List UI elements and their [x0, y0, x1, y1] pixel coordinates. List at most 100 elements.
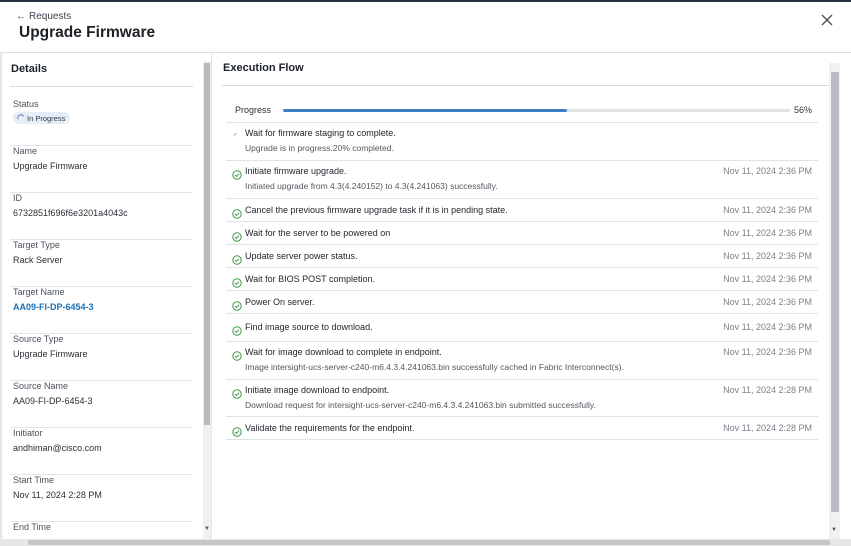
- check-circle-icon: [232, 386, 242, 399]
- step-title: Find image source to download.: [245, 322, 373, 332]
- step-timestamp: Nov 11, 2024 2:36 PM: [723, 347, 812, 357]
- scroll-down-icon[interactable]: ▼: [204, 526, 210, 532]
- back-link[interactable]: ← Requests: [16, 11, 71, 22]
- step-timestamp: Nov 11, 2024 2:36 PM: [723, 322, 812, 332]
- check-circle-icon: [232, 348, 242, 361]
- detail-label: Name: [13, 146, 38, 156]
- step-row: Wait for BIOS POST completion. Nov 11, 20…: [226, 268, 818, 291]
- detail-value: Upgrade Firmware: [13, 161, 88, 171]
- check-circle-icon: [232, 298, 242, 311]
- back-link-label: Requests: [29, 11, 72, 22]
- detail-value: Upgrade Firmware: [13, 349, 88, 359]
- details-divider: [10, 86, 193, 87]
- step-timestamp: Nov 11, 2024 2:28 PM: [723, 385, 812, 395]
- scroll-down-icon[interactable]: ▼: [831, 527, 837, 533]
- spinner-icon: [17, 114, 25, 120]
- step-title: Wait for firmware staging to complete.: [245, 128, 396, 138]
- details-title: Details: [11, 63, 48, 75]
- check-circle-icon: [232, 275, 242, 288]
- detail-value: Nov 11, 2024 2:28 PM: [13, 490, 102, 500]
- step-row: Validate the requirements for the endpoi…: [226, 417, 818, 440]
- step-row: Wait for image download to complete in e…: [226, 342, 818, 380]
- detail-name: Name Upgrade Firmware: [10, 146, 192, 193]
- close-button[interactable]: [818, 11, 836, 29]
- step-row: Cancel the previous firmware upgrade tas…: [226, 199, 818, 222]
- step-title: Initiate image download to endpoint.: [245, 385, 390, 395]
- detail-value: AA09-FI-DP-6454-3: [13, 396, 93, 406]
- detail-label: Source Type: [13, 334, 64, 344]
- step-row: Wait for the server to be powered on Nov …: [226, 222, 818, 245]
- detail-end-time: End Time: [10, 522, 192, 539]
- detail-initiator: Initiator andhiman@cisco.com: [10, 428, 192, 475]
- step-timestamp: Nov 11, 2024 2:36 PM: [723, 251, 812, 261]
- detail-label: Target Name: [13, 287, 65, 297]
- progress-label: Progress: [235, 105, 272, 115]
- step-detail: Download request for intersight-ucs-serv…: [245, 400, 596, 410]
- step-title: Initiate firmware upgrade.: [245, 166, 347, 176]
- step-row: Power On server. Nov 11, 2024 2:36 PM: [226, 291, 818, 314]
- progress-bar-fill: [283, 109, 567, 112]
- step-title: Wait for image download to complete in e…: [245, 347, 442, 357]
- progress-percent: 56%: [793, 105, 812, 115]
- check-circle-icon: [232, 206, 242, 219]
- detail-target-type: Target Type Rack Server: [10, 240, 192, 287]
- check-circle-icon: [232, 424, 242, 437]
- detail-label: Target Type: [13, 240, 60, 250]
- check-circle-icon: [232, 323, 242, 336]
- step-timestamp: Nov 11, 2024 2:36 PM: [723, 274, 812, 284]
- step-title: Wait for BIOS POST completion.: [245, 274, 376, 284]
- arrow-left-icon: ←: [16, 11, 26, 22]
- execution-divider: [222, 85, 829, 86]
- spinner-icon: [232, 129, 242, 139]
- close-icon: [821, 14, 833, 26]
- execution-scrollbar-thumb[interactable]: [831, 72, 839, 512]
- detail-label: Status: [13, 99, 39, 109]
- detail-label: ID: [13, 193, 22, 203]
- details-panel: Details Status In Progress Name Upgrade …: [2, 53, 212, 539]
- step-timestamp: Nov 11, 2024 2:36 PM: [723, 297, 812, 307]
- page-header: ← Requests Upgrade Firmware: [0, 2, 851, 52]
- step-timestamp: Nov 11, 2024 2:36 PM: [723, 205, 812, 215]
- check-circle-icon: [232, 252, 242, 265]
- status-badge: In Progress: [13, 112, 71, 124]
- detail-label: Source Name: [13, 381, 69, 391]
- step-title: Validate the requirements for the endpoi…: [245, 423, 415, 433]
- step-row: Wait for firmware staging to complete. Up…: [226, 123, 818, 161]
- step-row: Update server power status. Nov 11, 2024 …: [226, 245, 818, 268]
- detail-target-name: Target Name AA09-FI-DP-6454-3: [10, 287, 192, 334]
- execution-panel: Execution Flow Progress 56% Wait for fir…: [214, 53, 843, 539]
- step-detail: Upgrade is in progress.20% completed.: [245, 143, 394, 153]
- step-title: Wait for the server to be powered on: [245, 228, 391, 238]
- step-title: Power On server.: [245, 297, 315, 307]
- step-row: Initiate image download to endpoint. Down…: [226, 380, 818, 417]
- step-timestamp: Nov 11, 2024 2:36 PM: [723, 228, 812, 238]
- execution-title: Execution Flow: [223, 62, 304, 74]
- detail-label: Start Time: [13, 475, 55, 485]
- detail-source-type: Source Type Upgrade Firmware: [10, 334, 192, 381]
- detail-value: andhiman@cisco.com: [13, 443, 102, 453]
- detail-id: ID 6732851f696f6e3201a4043c: [10, 193, 192, 240]
- detail-start-time: Start Time Nov 11, 2024 2:28 PM: [10, 475, 192, 522]
- details-scrollbar-thumb[interactable]: [204, 63, 210, 425]
- check-circle-icon: [232, 229, 242, 242]
- target-name-link[interactable]: AA09-FI-DP-6454-3: [13, 302, 94, 312]
- detail-value: 6732851f696f6e3201a4043c: [13, 208, 128, 218]
- step-timestamp: Nov 11, 2024 2:36 PM: [723, 166, 812, 176]
- detail-source-name: Source Name AA09-FI-DP-6454-3: [10, 381, 192, 428]
- page-title: Upgrade Firmware: [19, 24, 156, 41]
- horizontal-scrollbar-thumb[interactable]: [28, 540, 830, 545]
- step-row: Find image source to download. Nov 11, 20…: [226, 314, 818, 342]
- detail-label: Initiator: [13, 428, 43, 438]
- detail-status: Status In Progress: [10, 99, 192, 146]
- progress-row: Progress 56%: [226, 103, 818, 123]
- step-title: Update server power status.: [245, 251, 358, 261]
- progress-bar: [283, 109, 790, 112]
- status-badge-label: In Progress: [27, 113, 66, 123]
- step-row: Initiate firmware upgrade. Initiated upgr…: [226, 161, 818, 199]
- step-timestamp: Nov 11, 2024 2:28 PM: [723, 423, 812, 433]
- step-title: Cancel the previous firmware upgrade tas…: [245, 205, 508, 215]
- step-detail: Initiated upgrade from 4.3(4.240152) to …: [245, 181, 498, 191]
- step-detail: Image intersight-ucs-server-c240-m6.4.3.…: [245, 362, 624, 372]
- detail-value: Rack Server: [13, 255, 63, 265]
- check-circle-icon: [232, 167, 242, 180]
